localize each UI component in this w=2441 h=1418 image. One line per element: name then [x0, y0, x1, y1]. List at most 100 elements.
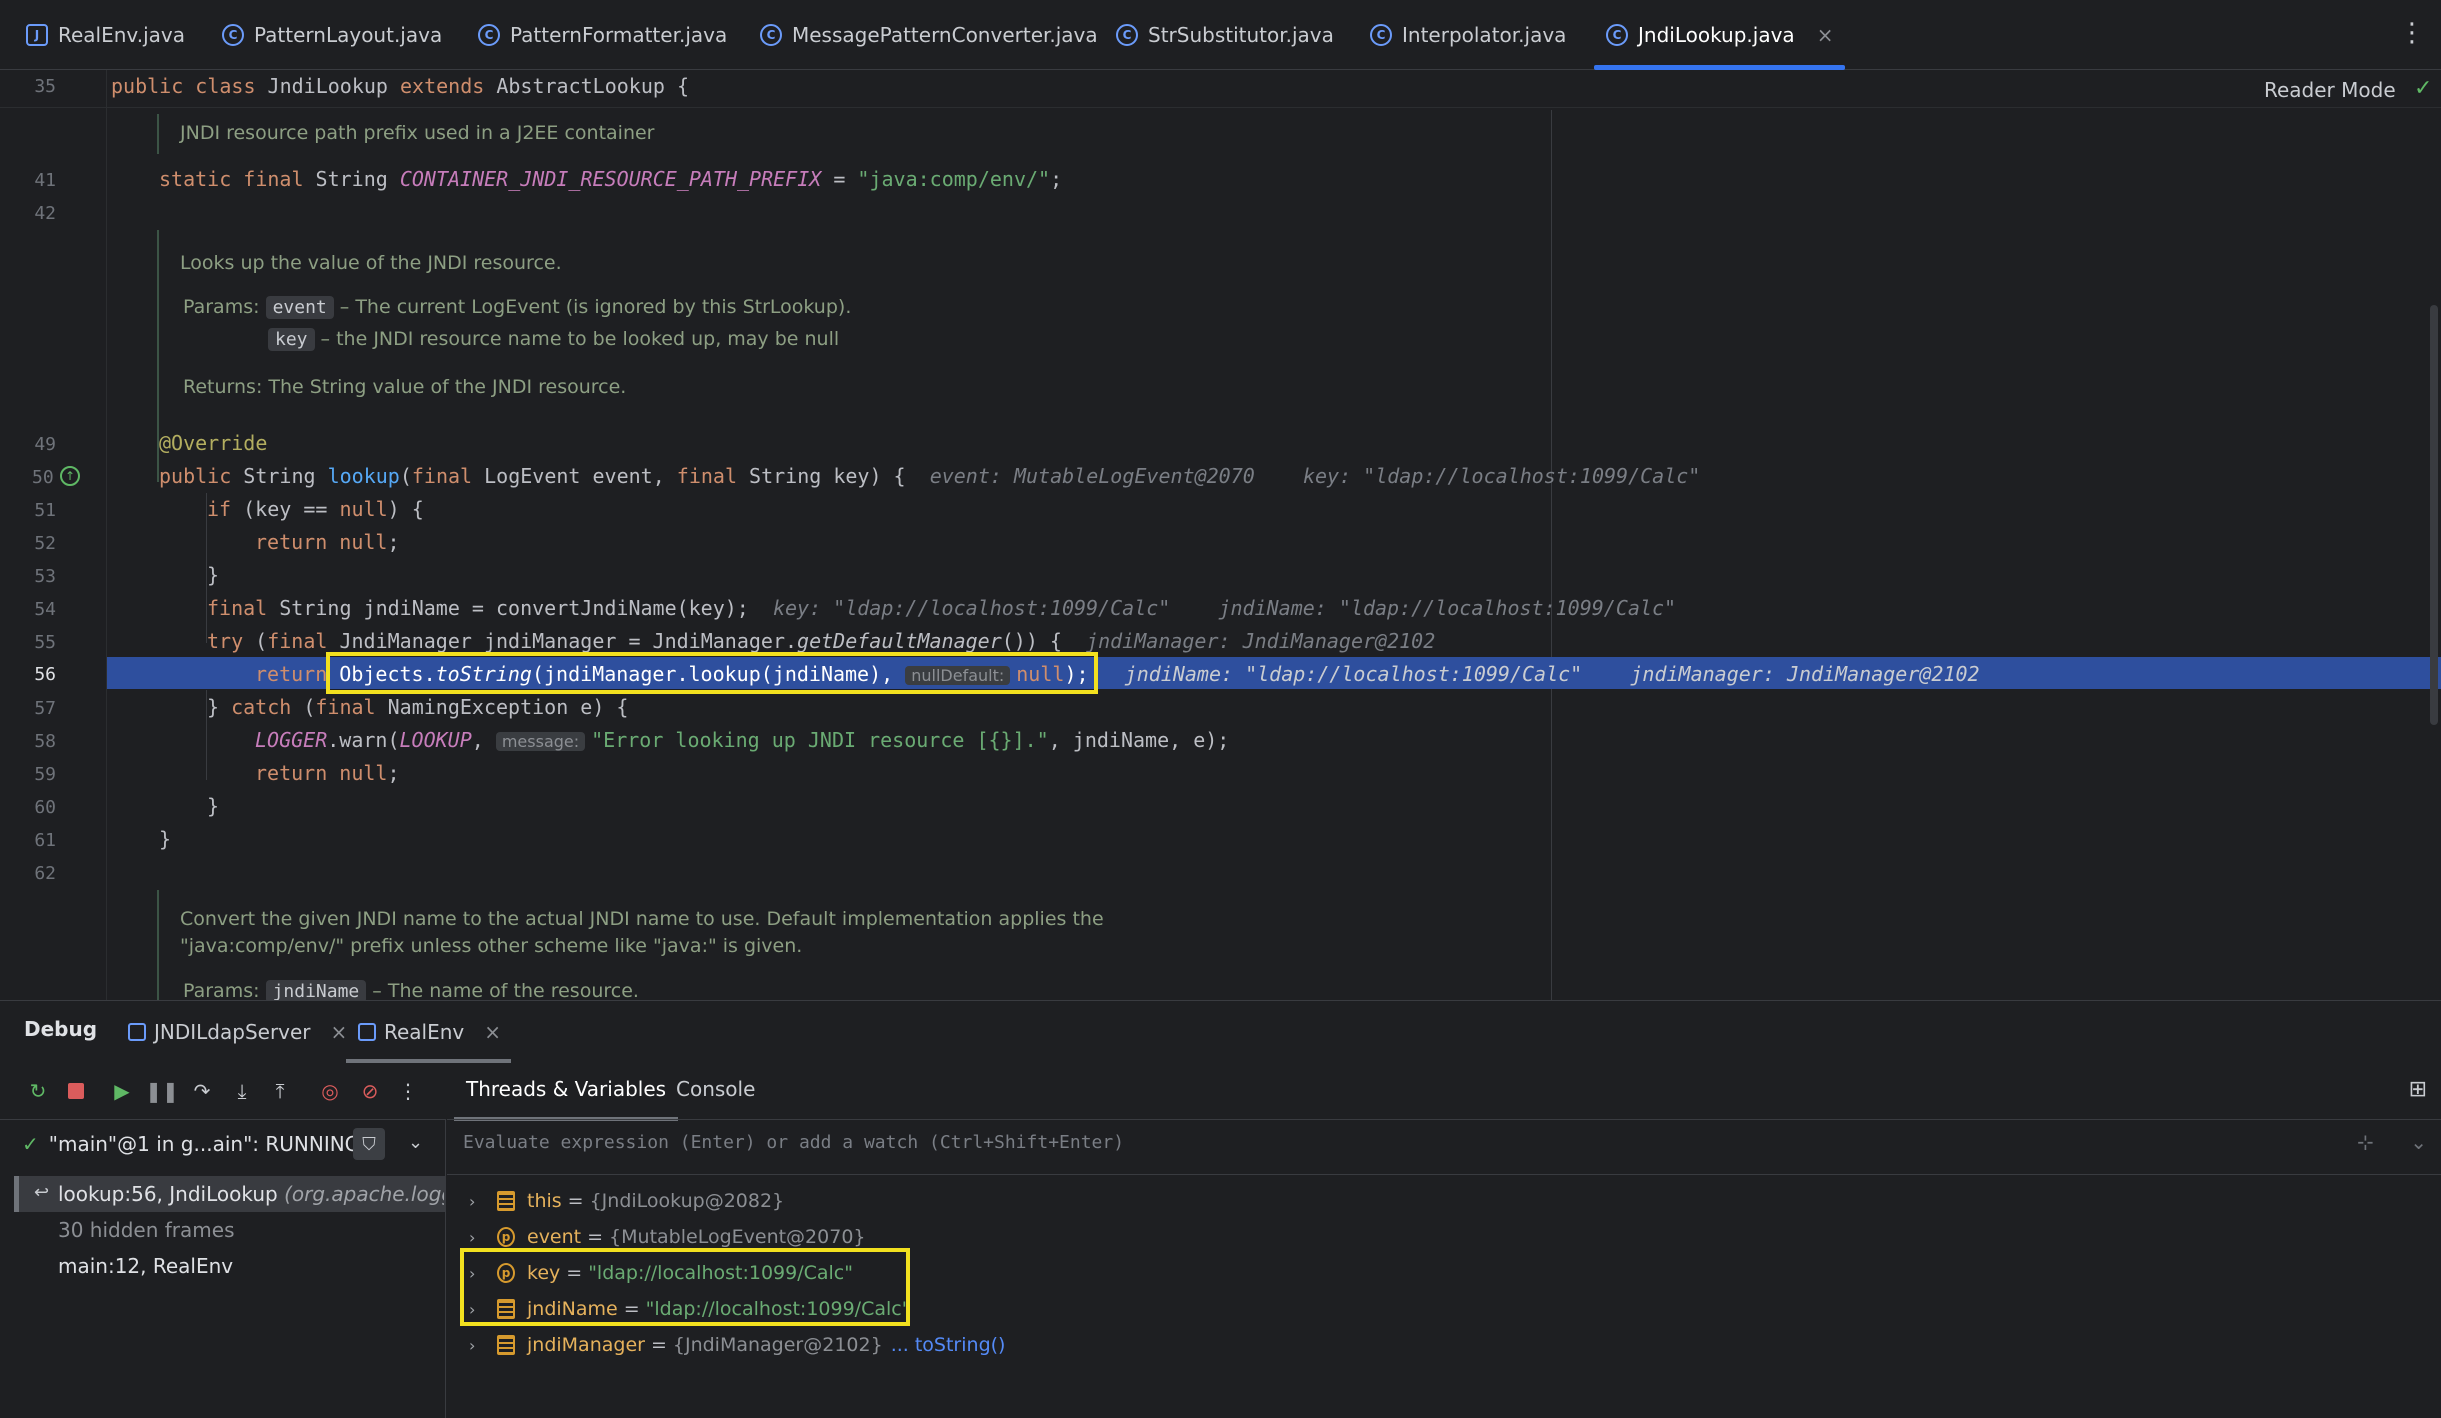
- variable-name: this: [527, 1190, 562, 1212]
- code-token: AbstractLookup {: [496, 74, 689, 98]
- java-file-icon: J: [26, 24, 48, 46]
- step-over-icon[interactable]: ↷: [188, 1077, 216, 1105]
- code-token: return: [255, 761, 340, 785]
- run-config-icon: [358, 1023, 376, 1041]
- check-icon: ✓: [2414, 76, 2433, 101]
- more-options-icon[interactable]: ⋮: [394, 1077, 422, 1105]
- line-number: 49: [34, 434, 56, 455]
- param-tag: event: [265, 296, 334, 319]
- stack-frame[interactable]: main:12, RealEnv: [58, 1254, 233, 1278]
- code-line-54: final String jndiName = convertJndiName(…: [207, 596, 1676, 620]
- code-token: (key ==: [243, 497, 340, 521]
- tab-console[interactable]: Console: [676, 1077, 755, 1101]
- hidden-frames[interactable]: 30 hidden frames: [58, 1218, 235, 1242]
- code-token: JndiManager jndiManager = JndiManager.: [339, 629, 798, 653]
- tab-label: MessagePatternConverter.java: [792, 23, 1098, 47]
- code-token: extends: [400, 74, 497, 98]
- tab-messagepatternconverter[interactable]: C MessagePatternConverter.java: [760, 0, 1098, 70]
- code-line-55: try (final JndiManager jndiManager = Jnd…: [207, 629, 1435, 653]
- session-tab-jndildapserver[interactable]: JNDILdapServer ×: [128, 1001, 347, 1063]
- code-token: String: [315, 167, 400, 191]
- code-token: ,: [471, 728, 496, 752]
- chevron-right-icon[interactable]: ›: [469, 1336, 497, 1355]
- stop-icon[interactable]: [62, 1077, 90, 1105]
- doc-comment: JNDI resource path prefix used in a J2EE…: [180, 122, 655, 144]
- variable-value: {JndiManager@2102}: [672, 1334, 883, 1356]
- chevron-right-icon[interactable]: ›: [469, 1228, 497, 1247]
- code-token: String: [243, 464, 328, 488]
- tab-realenv[interactable]: J RealEnv.java: [26, 0, 185, 70]
- tab-threads-variables[interactable]: Threads & Variables: [453, 1077, 679, 1121]
- code-token: if: [207, 497, 244, 521]
- right-margin-guide: [1551, 110, 1552, 1000]
- class-icon: C: [1116, 24, 1138, 46]
- line-number: 58: [34, 731, 56, 752]
- close-icon[interactable]: ×: [331, 1020, 348, 1044]
- tab-label: StrSubstitutor.java: [1148, 23, 1334, 47]
- rerun-icon[interactable]: ↻: [24, 1077, 52, 1105]
- override-gutter-icon[interactable]: ↑: [60, 466, 80, 486]
- step-out-icon[interactable]: ⤒: [266, 1077, 294, 1105]
- eval-options: ⊹ ⌄: [2357, 1130, 2427, 1154]
- code-token: (: [399, 464, 412, 488]
- add-watch-icon[interactable]: ⊹: [2357, 1130, 2374, 1154]
- close-icon[interactable]: ×: [484, 1020, 501, 1044]
- evaluate-expression-input[interactable]: Evaluate expression (Enter) or add a wat…: [463, 1132, 1124, 1153]
- step-into-icon[interactable]: ⤓: [228, 1077, 256, 1105]
- tab-patternlayout[interactable]: C PatternLayout.java: [222, 0, 442, 70]
- tab-interpolator[interactable]: C Interpolator.java: [1370, 0, 1566, 70]
- code-editor[interactable]: 35 public class JndiLookup extends Abstr…: [0, 70, 2441, 1000]
- code-token: public class: [111, 74, 268, 98]
- tab-label: JndiLookup.java: [1638, 23, 1795, 47]
- close-icon[interactable]: ×: [1817, 23, 1834, 47]
- editor-scrollbar[interactable]: [2430, 305, 2438, 725]
- reader-mode-button[interactable]: Reader Mode: [2264, 78, 2396, 102]
- doc-params-label: Params:: [183, 980, 260, 1000]
- line-number: 56: [34, 664, 56, 685]
- variable-value: {JndiLookup@2082}: [589, 1190, 785, 1212]
- stack-frame[interactable]: lookup:56, JndiLookup (org.apache.loggin…: [58, 1182, 444, 1206]
- tab-jndilookup[interactable]: C JndiLookup.java ×: [1593, 0, 1846, 70]
- chevron-down-icon[interactable]: ⌄: [408, 1132, 423, 1153]
- check-icon: ✓: [22, 1132, 39, 1156]
- tostring-link[interactable]: ... toString(): [891, 1334, 1006, 1356]
- code-token: NamingException e) {: [387, 695, 629, 719]
- line-number: 61: [34, 830, 56, 851]
- frames-panel: ✓ "main"@1 in g...ain": RUNNING ⛉ ⌄ ↩ lo…: [0, 1119, 446, 1418]
- variable-row[interactable]: › p event = {MutableLogEvent@2070}: [469, 1226, 866, 1248]
- param-desc: – The current LogEvent (is ignored by th…: [333, 296, 852, 318]
- doc-params: Params: event – The current LogEvent (is…: [183, 296, 851, 319]
- variable-row[interactable]: › this = {JndiLookup@2082}: [469, 1190, 784, 1212]
- session-tab-realenv[interactable]: RealEnv ×: [345, 1001, 512, 1063]
- variable-row[interactable]: › jndiManager = {JndiManager@2102} ... to…: [469, 1334, 1005, 1356]
- session-tab-label: JNDILdapServer: [154, 1020, 311, 1044]
- code-token: public: [159, 464, 244, 488]
- tab-strsubstitutor[interactable]: C StrSubstitutor.java: [1116, 0, 1334, 70]
- pause-icon[interactable]: ❚❚: [145, 1077, 179, 1105]
- return-arrow-icon: ↩: [34, 1182, 50, 1203]
- code-token: final: [207, 596, 280, 620]
- tab-patternformatter[interactable]: C PatternFormatter.java: [478, 0, 727, 70]
- layout-icon[interactable]: ⊞: [2409, 1077, 2427, 1102]
- code-token: try: [207, 629, 256, 653]
- chevron-down-icon[interactable]: ⌄: [2410, 1130, 2427, 1154]
- thread-selector[interactable]: ✓ "main"@1 in g...ain": RUNNING: [22, 1132, 360, 1156]
- parameter-icon: p: [497, 1227, 515, 1247]
- code-token: ;: [387, 761, 400, 785]
- code-token: "java:comp/env/": [857, 167, 1051, 191]
- chevron-right-icon[interactable]: ›: [469, 1192, 497, 1211]
- filter-icon[interactable]: ⛉: [353, 1128, 385, 1160]
- debug-inline-values: event: MutableLogEvent@2070 key: "ldap:/…: [929, 464, 1701, 488]
- resume-icon[interactable]: ▶: [108, 1077, 136, 1105]
- more-tabs-icon[interactable]: ⋮: [2399, 18, 2425, 48]
- sticky-class-header: public class JndiLookup extends Abstract…: [111, 74, 689, 98]
- tab-label: Interpolator.java: [1402, 23, 1567, 47]
- line-number: 59: [34, 764, 56, 785]
- variable-name: jndiManager: [527, 1334, 645, 1356]
- code-token: .warn(: [327, 728, 400, 752]
- line-number: 51: [34, 500, 56, 521]
- code-line-52: return null;: [255, 530, 400, 554]
- class-icon: C: [1606, 24, 1628, 46]
- view-breakpoints-icon[interactable]: ◎: [316, 1077, 344, 1105]
- mute-breakpoints-icon[interactable]: ⊘: [356, 1077, 384, 1105]
